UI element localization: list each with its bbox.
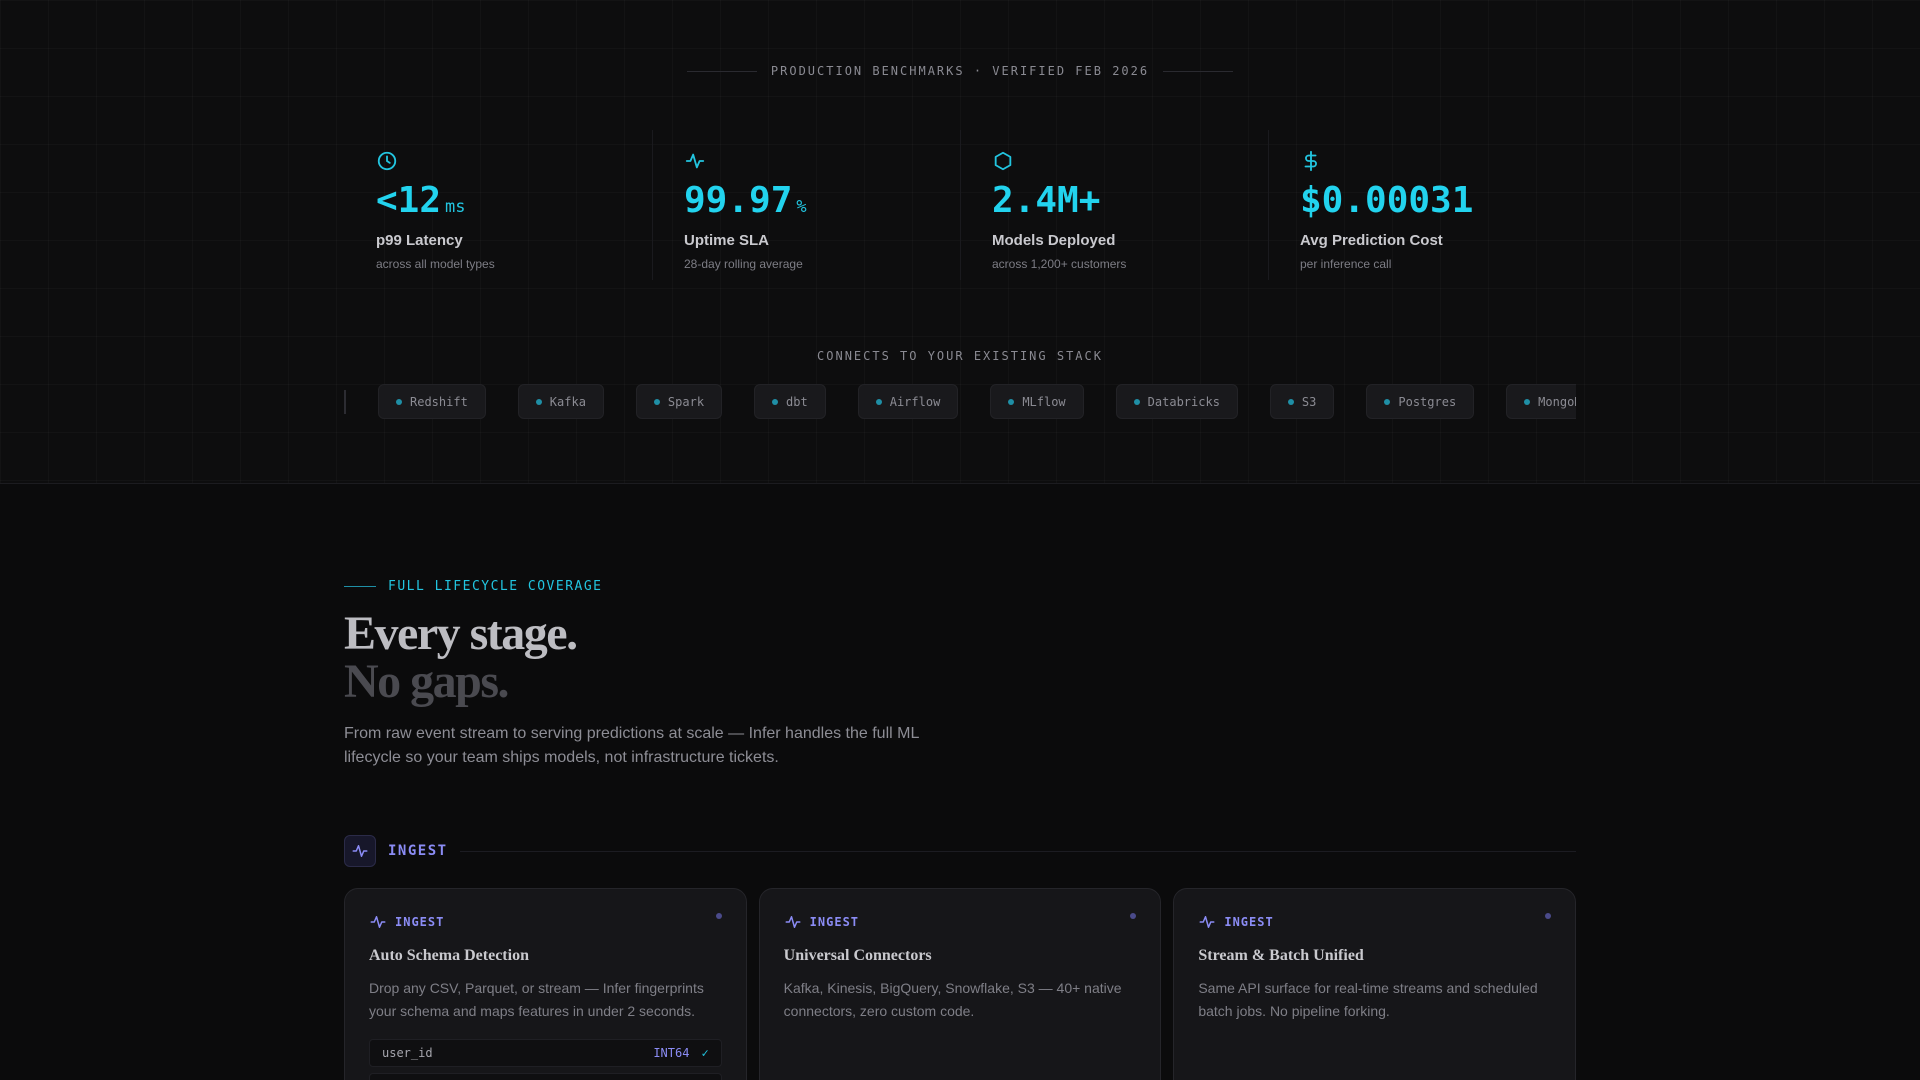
chip-label: Airflow — [889, 394, 941, 409]
stat-subtext: 28-day rolling average — [684, 257, 803, 271]
status-dot — [1133, 398, 1140, 405]
chip-label: Kafka — [549, 394, 586, 409]
eyebrow-rule — [344, 586, 376, 587]
status-dot — [1384, 398, 1391, 405]
status-dot — [653, 398, 660, 405]
feature-card-auto-schema[interactable]: INGEST Auto Schema Detection Drop any CS… — [344, 888, 747, 1080]
schema-field: user_id — [382, 1046, 433, 1060]
feature-card-stream-batch[interactable]: INGEST Stream & Batch Unified Same API s… — [1173, 888, 1577, 1080]
card-description: Kafka, Kinesis, BigQuery, Snowflake, S3 … — [783, 980, 1122, 1019]
card-title: Auto Schema Detection — [369, 947, 529, 964]
schema-row: user_id INT64 ✓ — [369, 1039, 722, 1067]
card-tag: INGEST — [784, 913, 1137, 931]
chip-databricks[interactable]: Databricks — [1115, 384, 1238, 419]
header-rule-left — [686, 70, 757, 72]
stat-unit: ms — [445, 197, 466, 217]
chip-kafka[interactable]: Kafka — [517, 384, 604, 419]
eyebrow-label: FULL LIFECYCLE COVERAGE — [388, 579, 603, 594]
stat-cost: $0.00031 Avg Prediction Cost per inferen… — [1268, 130, 1576, 280]
card-title: Stream & Batch Unified — [1198, 947, 1364, 964]
clock-icon — [376, 150, 398, 172]
chip-s3[interactable]: S3 — [1269, 384, 1335, 419]
chip-label: dbt — [786, 394, 808, 409]
stat-value: $0.00031 — [1300, 180, 1474, 221]
stat-subtext: across 1,200+ customers — [992, 257, 1127, 271]
stack-title: CONNECTS TO YOUR EXISTING STACK — [817, 349, 1103, 363]
feature-card-universal-connectors[interactable]: INGEST Universal Connectors Kafka, Kines… — [758, 888, 1162, 1080]
card-tag-label: INGEST — [809, 915, 860, 929]
check-icon: ✓ — [701, 1046, 709, 1060]
status-dot — [1008, 398, 1015, 405]
lifecycle-eyebrow: FULL LIFECYCLE COVERAGE — [344, 579, 603, 594]
dollar-icon — [1300, 150, 1322, 172]
activity-icon — [369, 913, 387, 931]
status-dot — [535, 398, 542, 405]
stat-models: 2.4M+ Models Deployed across 1,200+ cust… — [960, 130, 1268, 280]
card-title: Universal Connectors — [783, 947, 932, 964]
headline-line-1: Every stage. — [344, 607, 578, 660]
section-name: INGEST — [388, 843, 448, 859]
stat-label: Avg Prediction Cost — [1300, 232, 1443, 249]
stat-subtext: across all model types — [376, 257, 495, 271]
stats-row: <12 ms p99 Latency across all model types… — [344, 130, 1576, 280]
status-dot — [715, 913, 722, 919]
chip-label: MLflow — [1022, 394, 1066, 409]
chip-mongodb[interactable]: MongoDB — [1506, 384, 1576, 419]
activity-icon — [1198, 913, 1216, 931]
card-tag: INGEST — [1198, 913, 1551, 931]
card-description: Drop any CSV, Parquet, or stream — Infer… — [369, 980, 704, 1019]
chip-label: MongoDB — [1538, 394, 1576, 409]
header-rule-right — [1163, 70, 1234, 72]
status-dot — [772, 398, 779, 405]
lifecycle-headline: Every stage. No gaps. — [344, 607, 578, 708]
stat-subtext: per inference call — [1300, 257, 1392, 271]
stat-uptime: 99.97% Uptime SLA 28-day rolling average — [652, 130, 960, 280]
headline-line-2: No gaps. — [344, 655, 510, 708]
section-header-ingest: INGEST — [344, 835, 1576, 867]
stat-label: Models Deployed — [992, 232, 1116, 249]
card-tag-label: INGEST — [1224, 915, 1274, 929]
lifecycle-lede: From raw event stream to serving predict… — [344, 725, 919, 766]
integration-chips: Redshift Kafka Spark dbt Airflow MLflow … — [344, 384, 1576, 420]
chip-label: Spark — [667, 394, 705, 409]
schema-row — [369, 1073, 722, 1080]
activity-icon — [344, 835, 376, 867]
status-dot — [1545, 913, 1552, 919]
schema-type: INT64 — [653, 1046, 690, 1060]
feature-cards: INGEST Auto Schema Detection Drop any CS… — [344, 888, 1577, 1080]
stat-value: 99.97% — [684, 180, 807, 221]
status-dot — [396, 398, 402, 405]
benchmarks-header: PRODUCTION BENCHMARKS · VERIFIED FEB 202… — [0, 64, 1920, 78]
stat-label: p99 Latency — [376, 232, 463, 249]
hexagon-icon — [992, 150, 1014, 172]
stat-value: 2.4M+ — [992, 180, 1101, 221]
chip-dbt[interactable]: dbt — [754, 384, 826, 419]
card-tag-label: INGEST — [395, 915, 445, 929]
activity-icon — [684, 150, 706, 172]
chip-spark[interactable]: Spark — [635, 384, 723, 419]
section-divider — [459, 850, 1576, 852]
stat-value: <12 ms — [376, 180, 466, 221]
stat-unit: % — [796, 197, 807, 217]
chip-label: Postgres — [1398, 394, 1457, 409]
chip-label: Databricks — [1147, 394, 1220, 409]
card-tag: INGEST — [369, 913, 722, 931]
chip-postgres[interactable]: Postgres — [1366, 384, 1475, 419]
chip-airflow[interactable]: Airflow — [857, 384, 959, 419]
chip-label: S3 — [1301, 394, 1317, 409]
status-dot — [1524, 398, 1531, 405]
benchmarks-title: PRODUCTION BENCHMARKS · VERIFIED FEB 202… — [770, 64, 1150, 78]
stat-latency: <12 ms p99 Latency across all model types — [344, 150, 652, 271]
chip-redshift[interactable]: Redshift — [378, 384, 486, 419]
activity-icon — [784, 913, 802, 931]
chip-label: Redshift — [410, 394, 468, 409]
status-dot — [875, 398, 882, 405]
card-description: Same API surface for real-time streams a… — [1198, 980, 1538, 1019]
status-dot — [1287, 398, 1294, 405]
stat-label: Uptime SLA — [684, 232, 770, 249]
chip-mlflow[interactable]: MLflow — [990, 384, 1084, 419]
